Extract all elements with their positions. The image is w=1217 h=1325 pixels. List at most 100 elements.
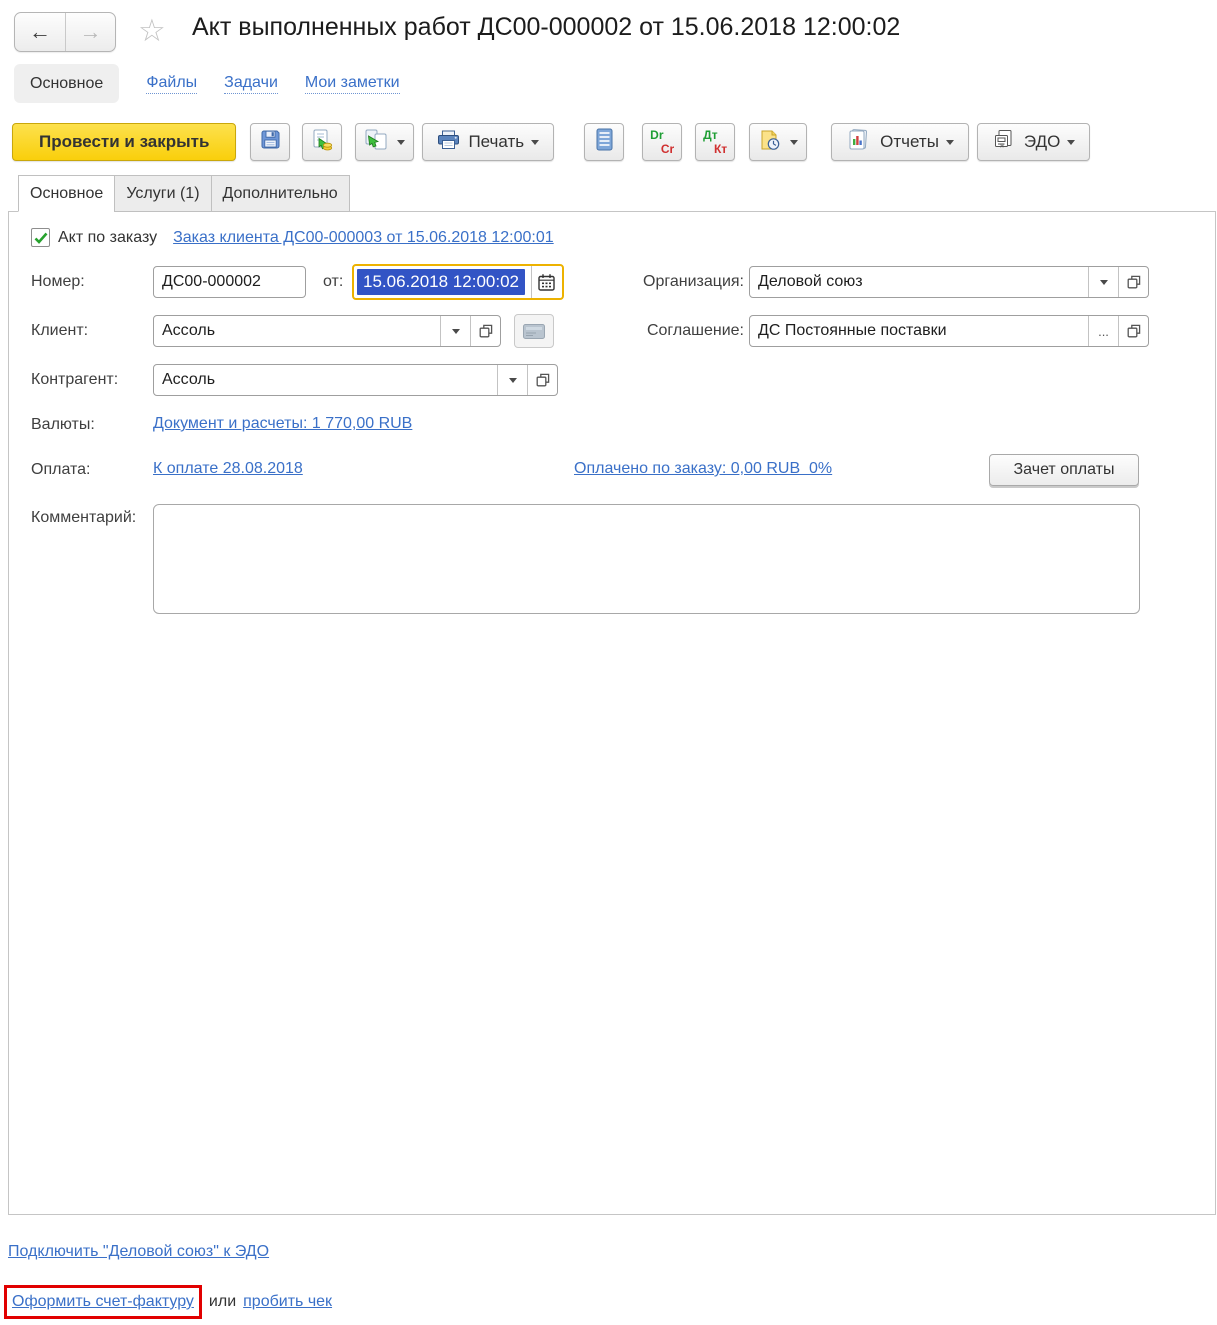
footer-row-1: Подключить "Деловой союз" к ЭДО — [8, 1243, 269, 1261]
reports-label: Отчеты — [880, 132, 939, 151]
history-nav: ← → — [14, 12, 116, 52]
agreement-input[interactable]: ДС Постоянные поставки ... — [749, 315, 1149, 347]
dt-label: Дт — [703, 128, 718, 142]
order-checkbox-label: Акт по заказу — [58, 228, 158, 246]
document-window: ← → ☆ Акт выполненных работ ДС00-000002 … — [0, 0, 1217, 1325]
chevron-down-icon — [531, 139, 540, 145]
date-input[interactable]: 15.06.2018 12:00:02 — [352, 264, 564, 300]
kt-label: Кт — [713, 142, 728, 156]
chevron-down-icon — [451, 328, 460, 334]
client-open-button[interactable] — [470, 316, 500, 346]
create-invoice-link[interactable]: Оформить счет-фактуру — [12, 1293, 194, 1311]
nav-item-files[interactable]: Файлы — [146, 73, 198, 94]
order-checkbox[interactable] — [31, 228, 50, 247]
organization-label: Организация: — [643, 273, 744, 290]
footer-row-2: Оформить счет-фактуру или пробить чек — [4, 1285, 332, 1319]
document-clock-icon — [758, 128, 783, 157]
counterparty-label: Контрагент: — [31, 371, 119, 388]
number-value: ДС00-000002 — [162, 273, 261, 290]
form-content: Акт по заказу Заказ клиента ДС00-000003 … — [8, 211, 1216, 1215]
or-text: или — [208, 1293, 237, 1310]
edo-label: ЭДО — [1023, 132, 1061, 151]
create-based-on-button[interactable] — [355, 123, 415, 161]
dr-label: Dr — [650, 128, 664, 142]
create-based-on-icon — [364, 128, 390, 157]
nav-item-tasks[interactable]: Задачи — [224, 73, 278, 94]
forward-button[interactable]: → — [65, 13, 115, 51]
schedule-document-button[interactable] — [749, 123, 808, 161]
back-button[interactable]: ← — [15, 13, 65, 51]
post-document-button[interactable] — [302, 123, 343, 161]
tab-services[interactable]: Услуги (1) — [114, 175, 211, 212]
number-label: Номер: — [31, 273, 85, 290]
currencies-label: Валюты: — [31, 416, 95, 433]
cr-label: Cr — [660, 142, 675, 156]
print-receipt-link[interactable]: пробить чек — [243, 1293, 332, 1311]
favorite-star-icon[interactable]: ☆ — [138, 13, 166, 49]
chevron-down-icon — [790, 139, 799, 145]
nav-item-notes[interactable]: Мои заметки — [304, 73, 400, 94]
client-label: Клиент: — [31, 322, 89, 339]
agreement-label: Соглашение: — [646, 322, 744, 339]
client-dropdown-button[interactable] — [440, 316, 470, 346]
counterparty-input[interactable]: Ассоль — [153, 364, 558, 396]
comment-textarea[interactable] — [153, 504, 1140, 614]
payment-due-link[interactable]: К оплате 28.08.2018 — [153, 460, 303, 478]
payment-label: Оплата: — [31, 461, 91, 478]
customer-order-link[interactable]: Заказ клиента ДС00-000003 от 15.06.2018 … — [173, 229, 554, 247]
print-button[interactable]: Печать — [422, 123, 555, 161]
back-arrow-icon: ← — [29, 19, 51, 44]
agreement-more-button[interactable]: ... — [1088, 316, 1118, 346]
organization-input[interactable]: Деловой союз — [749, 266, 1149, 298]
register-list-icon — [596, 128, 613, 156]
connect-edo-link[interactable]: Подключить "Деловой союз" к ЭДО — [8, 1243, 269, 1260]
counterparty-dropdown-button[interactable] — [497, 365, 527, 395]
edo-button[interactable]: я ЭДО — [976, 123, 1091, 161]
dtkt-button[interactable]: Дт Кт — [695, 123, 736, 161]
organization-dropdown-button[interactable] — [1088, 267, 1118, 297]
date-value-selected: 15.06.2018 12:00:02 — [357, 269, 525, 295]
printer-icon — [437, 130, 460, 155]
open-in-new-icon — [1127, 275, 1140, 289]
comment-label: Комментарий: — [31, 509, 137, 526]
tab-main[interactable]: Основное — [18, 175, 115, 212]
chevron-down-icon — [1067, 139, 1076, 145]
calendar-button[interactable] — [530, 266, 562, 298]
payment-offset-button[interactable]: Зачет оплаты — [989, 454, 1139, 486]
register-records-button[interactable] — [584, 123, 625, 161]
client-input[interactable]: Ассоль — [153, 315, 501, 347]
card-icon — [523, 323, 545, 339]
annotation-red-box: Оформить счет-фактуру — [4, 1285, 202, 1319]
edo-fax-icon: я — [992, 128, 1016, 157]
organization-open-button[interactable] — [1118, 267, 1148, 297]
chevron-down-icon — [508, 377, 517, 383]
form-tabs: Основное Услуги (1) Дополнительно — [18, 175, 350, 212]
save-button[interactable] — [250, 123, 291, 161]
chevron-down-icon — [397, 139, 406, 145]
counterparty-open-button[interactable] — [527, 365, 557, 395]
agreement-open-button[interactable] — [1118, 316, 1148, 346]
nav-item-main[interactable]: Основное — [14, 64, 120, 103]
counterparty-value: Ассоль — [162, 371, 216, 388]
client-value: Ассоль — [162, 322, 216, 339]
navigation-panel: Основное Файлы Задачи Мои заметки — [14, 64, 400, 103]
document-settlements-link[interactable]: Документ и расчеты: 1 770,00 RUB — [153, 415, 412, 433]
post-and-close-button[interactable]: Провести и закрыть — [12, 123, 237, 161]
number-input[interactable]: ДС00-000002 — [153, 266, 306, 298]
tab-additional[interactable]: Дополнительно — [210, 175, 350, 212]
order-checkbox-row: Акт по заказу Заказ клиента ДС00-000003 … — [31, 228, 554, 247]
reports-button[interactable]: Отчеты — [831, 123, 969, 161]
organization-value: Деловой союз — [758, 273, 863, 290]
drcr-button[interactable]: Dr Cr — [642, 123, 683, 161]
open-in-new-icon — [1127, 324, 1140, 338]
save-icon — [259, 128, 282, 156]
print-label: Печать — [468, 132, 525, 151]
open-in-new-icon — [536, 373, 549, 387]
chevron-down-icon — [945, 139, 954, 145]
payment-paid-link[interactable]: Оплачено по заказу: 0,00 RUB 0% — [574, 460, 832, 478]
open-in-new-icon — [479, 324, 492, 338]
calendar-icon — [538, 273, 556, 291]
client-card-button[interactable] — [514, 314, 554, 348]
check-icon — [34, 232, 47, 244]
toolbar: Провести и закрыть Печать Dr Cr Дт Кт От… — [12, 123, 1091, 161]
